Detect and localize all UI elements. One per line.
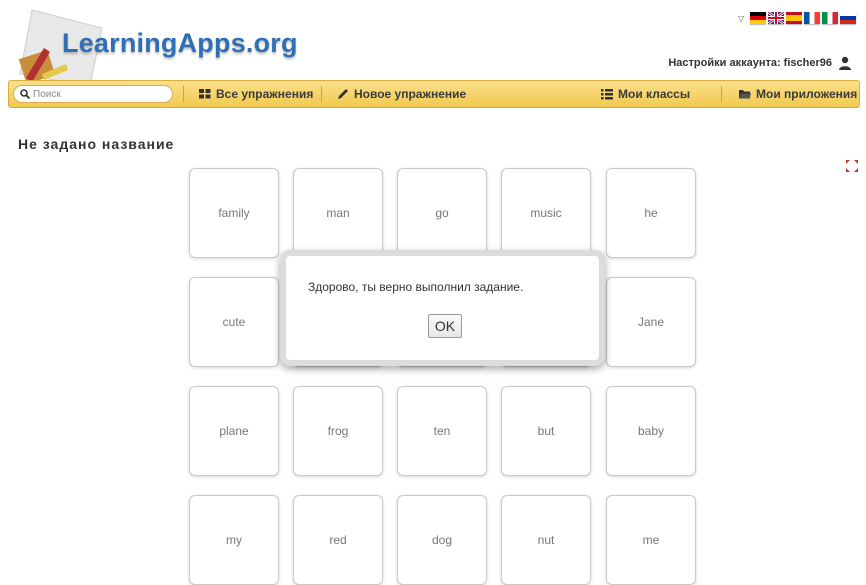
search-input[interactable] — [33, 88, 163, 100]
account-label[interactable]: Настройки аккаунта: fischer96 — [668, 57, 832, 69]
word-card[interactable]: red — [293, 495, 383, 585]
nav-divider — [183, 86, 184, 102]
word-card[interactable]: dog — [397, 495, 487, 585]
nav-my-apps-label: Мои приложения — [756, 87, 858, 101]
success-dialog: Здорово, ты верно выполнил задание. OK — [280, 250, 605, 366]
ok-button[interactable]: OK — [428, 314, 462, 338]
page-title: Не задано название — [18, 136, 175, 152]
word-card[interactable]: Jane — [606, 277, 696, 367]
french-flag-icon[interactable] — [804, 12, 820, 24]
list-icon — [601, 89, 613, 100]
word-card[interactable]: nut — [501, 495, 591, 585]
fullscreen-icon[interactable] — [846, 160, 858, 172]
nav-all-exercises[interactable]: Все упражнения — [199, 81, 313, 107]
word-card[interactable]: ten — [397, 386, 487, 476]
folder-icon — [739, 90, 751, 99]
nav-new-exercise[interactable]: Новое упражнение — [337, 81, 466, 107]
word-card[interactable]: but — [501, 386, 591, 476]
word-card[interactable]: man — [293, 168, 383, 258]
word-card[interactable]: go — [397, 168, 487, 258]
german-flag-icon[interactable] — [750, 12, 766, 24]
word-card[interactable]: family — [189, 168, 279, 258]
nav-new-exercise-label: Новое упражнение — [354, 87, 467, 101]
word-card[interactable]: he — [606, 168, 696, 258]
main-nav-bar: Все упражнения Новое упражнение Мои клас… — [8, 80, 860, 108]
word-card[interactable]: plane — [189, 386, 279, 476]
nav-divider — [721, 86, 722, 102]
account-settings[interactable]: Настройки аккаунта: fischer96 — [668, 56, 852, 70]
dialog-message: Здорово, ты верно выполнил задание. — [308, 280, 524, 294]
site-logo[interactable]: LearningApps.org — [62, 28, 298, 59]
spanish-flag-icon[interactable] — [786, 12, 802, 24]
word-card[interactable]: music — [501, 168, 591, 258]
nav-all-exercises-label: Все упражнения — [216, 87, 314, 101]
word-card[interactable]: baby — [606, 386, 696, 476]
italian-flag-icon[interactable] — [822, 12, 838, 24]
nav-my-classes[interactable]: Мои классы — [601, 81, 690, 107]
word-card[interactable]: frog — [293, 386, 383, 476]
search-box[interactable] — [13, 85, 173, 103]
word-card[interactable]: my — [189, 495, 279, 585]
language-selector[interactable]: ▽ — [738, 12, 856, 24]
user-icon[interactable] — [838, 56, 852, 70]
nav-divider — [321, 86, 322, 102]
word-card[interactable]: cute — [189, 277, 279, 367]
word-card[interactable]: me — [606, 495, 696, 585]
uk-flag-icon[interactable] — [768, 12, 784, 24]
nav-my-apps[interactable]: Мои приложения — [739, 81, 857, 107]
search-icon — [20, 89, 30, 99]
russian-flag-icon[interactable] — [840, 12, 856, 24]
dropdown-arrow-icon[interactable]: ▽ — [738, 14, 744, 23]
nav-my-classes-label: Мои классы — [618, 87, 691, 101]
pencil-icon — [338, 89, 348, 99]
grid-icon — [199, 89, 211, 99]
